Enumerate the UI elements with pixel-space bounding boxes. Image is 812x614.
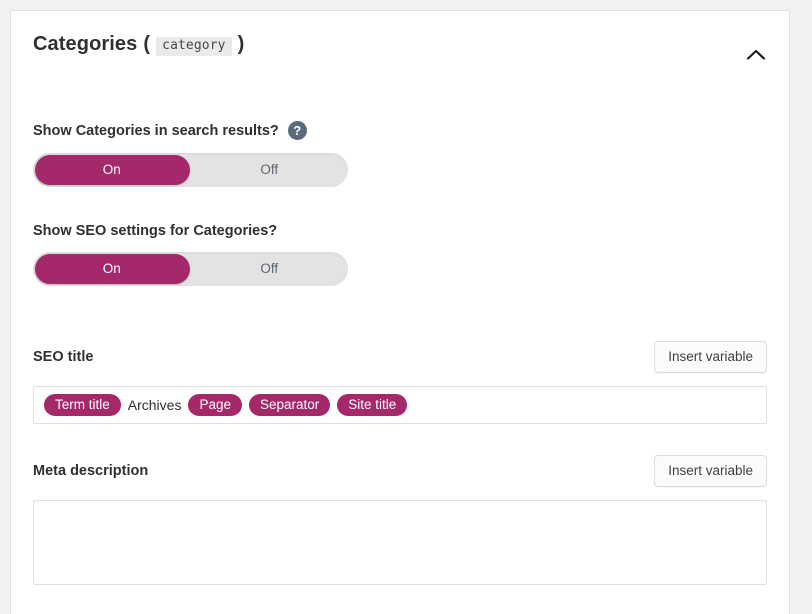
page-title: Categories ( category ) <box>33 33 765 57</box>
meta-description-input[interactable] <box>33 500 767 585</box>
token-term-title[interactable]: Term title <box>44 393 121 417</box>
taxonomy-slug-chip: category <box>156 37 232 57</box>
categories-settings-card: Categories ( category ) Show Categories … <box>10 10 790 614</box>
meta-description-header: Meta description Insert variable <box>33 424 767 488</box>
chevron-up-icon <box>746 48 766 61</box>
toggle-option-off[interactable]: Off <box>191 153 349 187</box>
meta-description-label: Meta description <box>33 463 149 479</box>
collapse-panel-button[interactable] <box>739 37 773 71</box>
setting-label: Show SEO settings for Categories? <box>33 223 278 239</box>
toggle-option-on[interactable]: On <box>33 252 191 286</box>
paren-close: ) <box>237 33 245 55</box>
setting-label: Show Categories in search results? <box>33 122 279 139</box>
card-header: Categories ( category ) <box>11 11 789 73</box>
toggle-option-on[interactable]: On <box>33 153 191 187</box>
seo-title-label: SEO title <box>33 349 94 365</box>
insert-variable-button-seo-title[interactable]: Insert variable <box>654 340 767 374</box>
insert-variable-button-meta-description[interactable]: Insert variable <box>654 454 767 488</box>
setting-label-row: Show SEO settings for Categories? <box>33 223 767 239</box>
token-site-title[interactable]: Site title <box>337 393 408 417</box>
token-page[interactable]: Page <box>188 393 242 417</box>
token-separator[interactable]: Separator <box>248 393 331 417</box>
setting-label-row: Show Categories in search results? ? <box>33 121 767 140</box>
toggle-option-off[interactable]: Off <box>191 252 349 286</box>
page-title-text: Categories <box>33 33 138 55</box>
toggle-show-in-search[interactable]: On Off <box>33 153 348 187</box>
card-body: Show Categories in search results? ? On … <box>11 73 789 614</box>
paren-open: ( <box>143 33 151 55</box>
help-circle-icon[interactable]: ? <box>287 121 307 140</box>
setting-show-seo-settings: Show SEO settings for Categories? On Off <box>33 187 767 286</box>
token-text-archives: Archives <box>127 397 182 413</box>
seo-title-header: SEO title Insert variable <box>33 286 767 374</box>
seo-title-input[interactable]: Term title Archives Page Separator Site … <box>33 386 767 424</box>
setting-show-in-search: Show Categories in search results? ? On … <box>33 73 767 187</box>
toggle-show-seo-settings[interactable]: On Off <box>33 252 348 286</box>
